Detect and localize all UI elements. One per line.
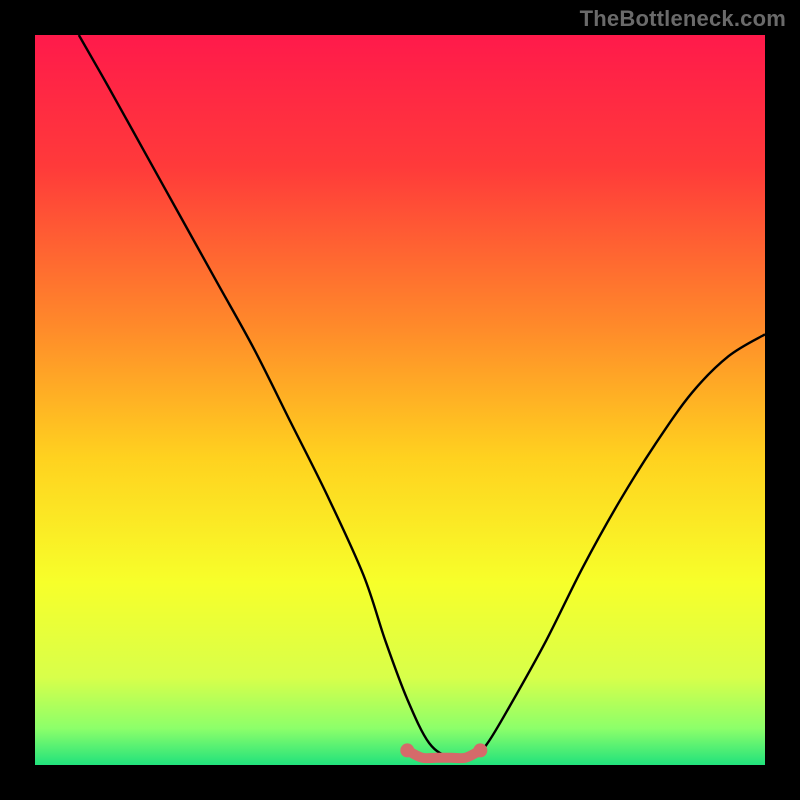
watermark-text: TheBottleneck.com (580, 6, 786, 32)
bottleneck-chart (0, 0, 800, 800)
marker-dot (400, 743, 414, 757)
chart-stage: TheBottleneck.com (0, 0, 800, 800)
marker-dot (473, 743, 487, 757)
chart-gradient-bg (35, 35, 765, 765)
